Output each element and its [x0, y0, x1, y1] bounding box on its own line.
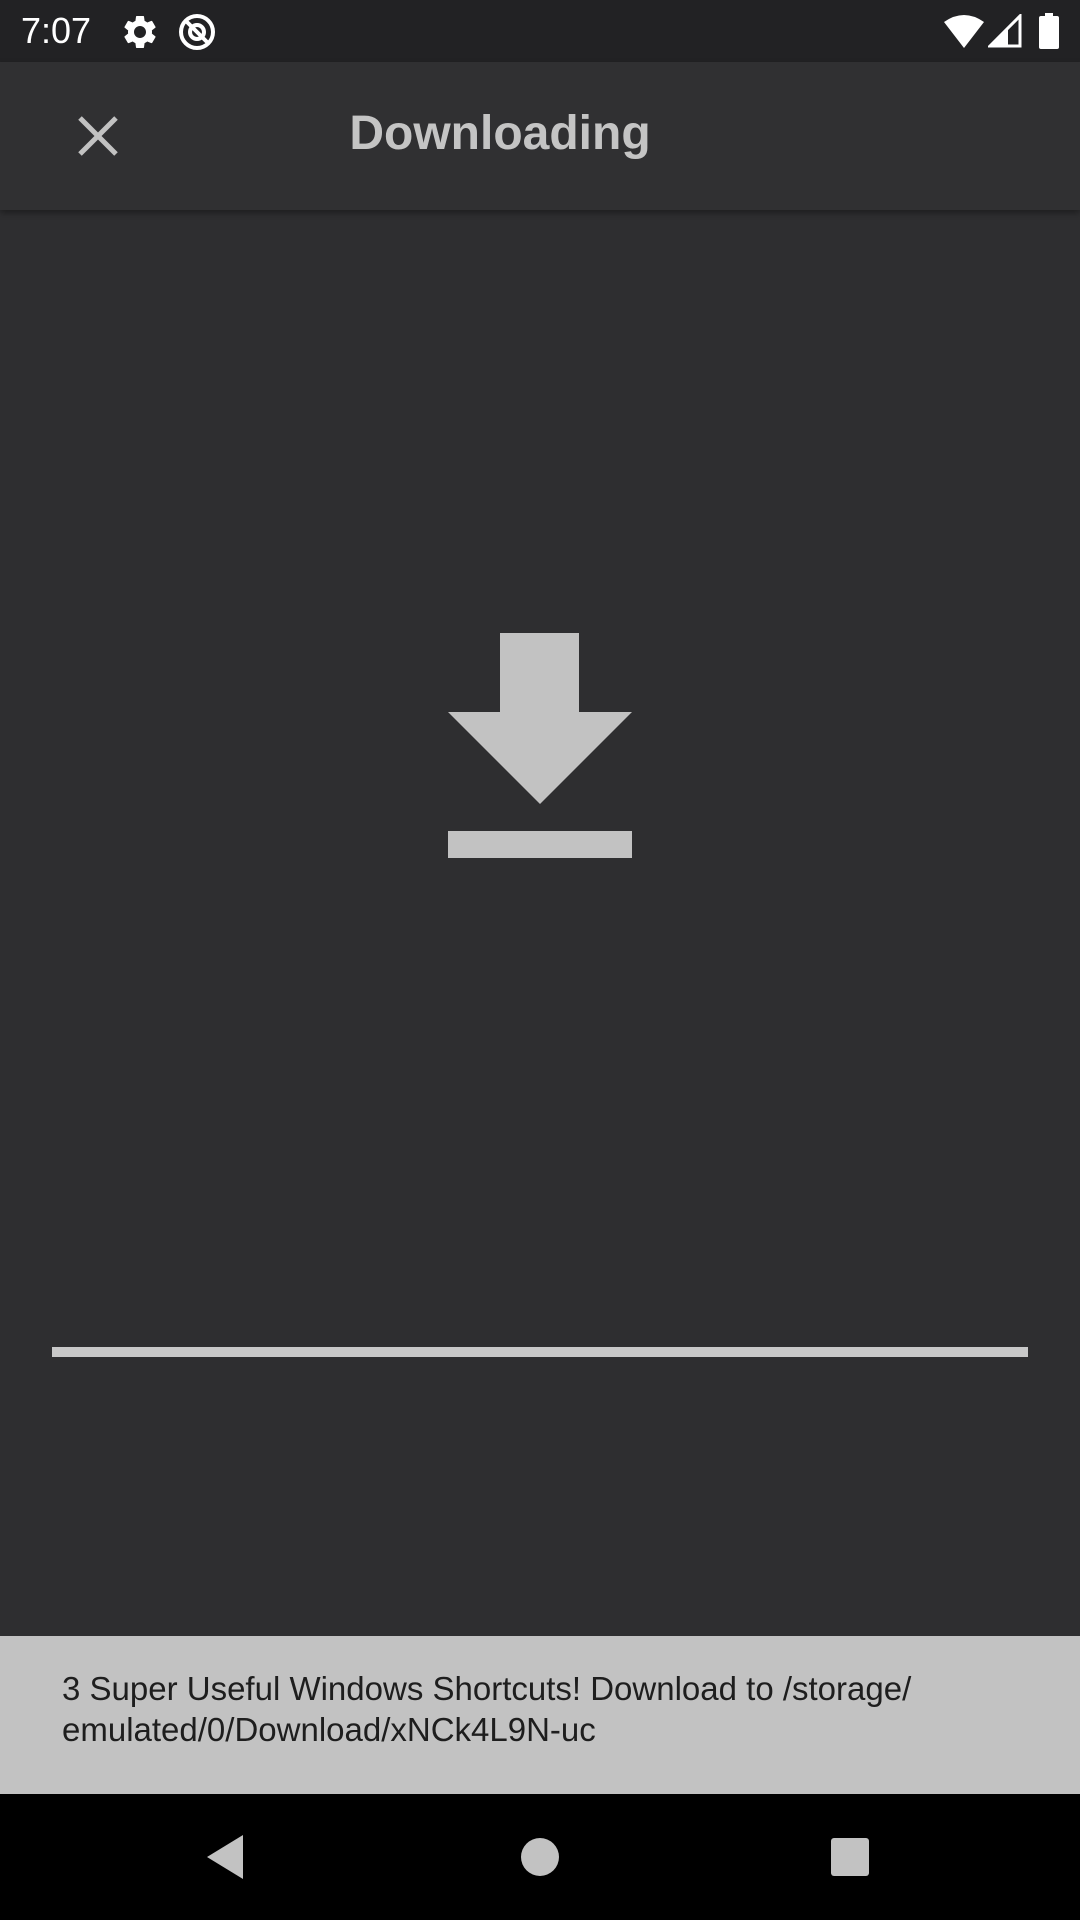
home-button[interactable]: [505, 1822, 575, 1892]
gear-icon: [120, 12, 160, 52]
back-icon: [207, 1835, 243, 1879]
app-bar: Downloading: [0, 62, 1080, 210]
snackbar-line-2: emulated/0/Download/xNCk4L9N-uc: [62, 1711, 596, 1748]
page-title: Downloading: [349, 107, 651, 160]
status-time: 7:07: [21, 10, 92, 51]
cell-signal-icon: [986, 12, 1028, 54]
wifi-icon: [944, 14, 984, 54]
back-button[interactable]: [190, 1822, 260, 1892]
snackbar-line-1: 3 Super Useful Windows Shortcuts! Downlo…: [62, 1670, 912, 1707]
at-sign-icon: [177, 12, 217, 52]
battery-icon: [1038, 13, 1078, 53]
download-content: [0, 210, 1080, 1636]
snackbar-message: 3 Super Useful Windows Shortcuts! Downlo…: [62, 1668, 1032, 1750]
download-progress-bar: [52, 1347, 1028, 1357]
home-icon: [521, 1838, 559, 1876]
navigation-bar: [0, 1794, 1080, 1920]
recents-button[interactable]: [815, 1822, 885, 1892]
snackbar: 3 Super Useful Windows Shortcuts! Downlo…: [0, 1636, 1080, 1794]
status-bar: 7:07: [0, 0, 1080, 62]
download-progress-fill: [52, 1347, 1028, 1357]
download-arrow-icon: [447, 633, 633, 859]
recents-icon: [831, 1838, 869, 1876]
